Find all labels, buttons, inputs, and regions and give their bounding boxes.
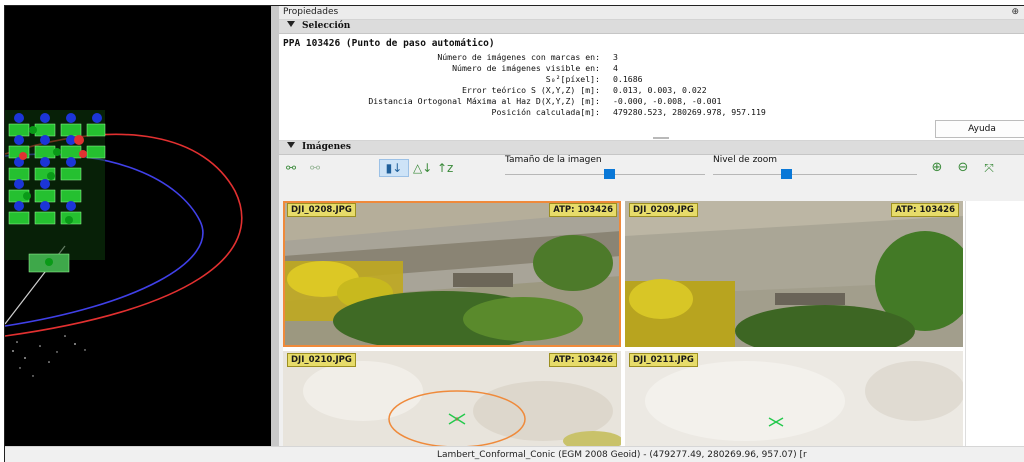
sort-marked-icon[interactable]: ▮↓ bbox=[379, 159, 409, 177]
prop-row: Número de imágenes visible en: 4 bbox=[279, 63, 979, 74]
collapse-triangle-icon bbox=[287, 142, 295, 148]
thumbnail-grid: DJI_0208.JPG ATP: 103426 DJI_0209.JPG AT… bbox=[283, 201, 965, 446]
prop-row: Distancia Ortogonal Máxima al Haz D(X,Y,… bbox=[279, 96, 979, 107]
atp-tag: ATP: 103426 bbox=[549, 353, 617, 367]
imagenes-header-label: Imágenes bbox=[302, 142, 351, 152]
prop-label: Posición calculada[m]: bbox=[491, 107, 600, 117]
zoom-out-icon[interactable]: ⊖ bbox=[955, 160, 971, 176]
status-bar: Lambert_Conformal_Conic (EGM 2008 Geoid)… bbox=[5, 446, 1024, 462]
panel-title: Propiedades bbox=[283, 7, 339, 17]
3d-view[interactable] bbox=[5, 6, 271, 446]
prop-label: Distancia Ortogonal Máxima al Haz D(X,Y,… bbox=[368, 96, 600, 106]
unlink-icon[interactable]: ⚯ bbox=[307, 160, 323, 176]
seleccion-section-header[interactable]: Selección bbox=[279, 20, 1024, 34]
aerial-photo bbox=[625, 201, 963, 347]
fit-icon[interactable]: ⤧ bbox=[981, 160, 997, 176]
prop-label: Error teórico S (X,Y,Z) [m]: bbox=[461, 85, 600, 95]
panel-title-bar: Propiedades ⊕ bbox=[279, 6, 1024, 20]
prop-row: Número de imágenes con marcas en: 3 bbox=[279, 52, 979, 63]
images-toolbar: ⚯ ⚯ ▮↓ △↓ ↑z Tamaño de la imagen Nivel d… bbox=[279, 155, 1024, 181]
thumbnail-dji-0208[interactable]: DJI_0208.JPG ATP: 103426 bbox=[283, 201, 621, 347]
atp-tag: ATP: 103426 bbox=[891, 203, 959, 217]
prop-label: Número de imágenes visible en: bbox=[452, 63, 600, 73]
camera-scene bbox=[5, 110, 243, 377]
zoom-level-label: Nivel de zoom bbox=[713, 155, 778, 165]
sort-az-icon[interactable]: ↑z bbox=[437, 160, 453, 176]
prop-label: Número de imágenes con marcas en: bbox=[437, 52, 600, 62]
prop-row: S₀²[píxel]: 0.1686 bbox=[279, 74, 979, 85]
seleccion-header-label: Selección bbox=[302, 21, 351, 31]
prop-value: 3 bbox=[613, 52, 618, 62]
image-size-label: Tamaño de la imagen bbox=[505, 155, 602, 165]
status-coordinates: Lambert_Conformal_Conic (EGM 2008 Geoid)… bbox=[437, 450, 807, 460]
link-icon[interactable]: ⚯ bbox=[283, 160, 299, 176]
thumbnail-scroll-area[interactable] bbox=[965, 201, 1024, 446]
help-button[interactable]: Ayuda bbox=[935, 120, 1024, 138]
sort-error-icon[interactable]: △↓ bbox=[413, 160, 432, 176]
zoom-slider-track[interactable] bbox=[713, 174, 917, 175]
prop-value: 0.1686 bbox=[613, 74, 643, 84]
prop-row: Posición calculada[m]: 479280.523, 28026… bbox=[279, 107, 979, 118]
thumbnail-dji-0210[interactable]: DJI_0210.JPG ATP: 103426 bbox=[283, 351, 621, 446]
thumbnail-dji-0211[interactable]: DJI_0211.JPG bbox=[625, 351, 963, 446]
point-cloud bbox=[12, 335, 86, 377]
image-name-tag: DJI_0210.JPG bbox=[287, 353, 356, 367]
collapse-triangle-icon bbox=[287, 21, 295, 27]
prop-value: 0.013, 0.003, 0.022 bbox=[613, 85, 707, 95]
resize-grip[interactable] bbox=[653, 137, 669, 139]
atp-tag: ATP: 103426 bbox=[549, 203, 617, 217]
prop-label: S₀²[píxel]: bbox=[545, 74, 600, 84]
image-name-tag: DJI_0209.JPG bbox=[629, 203, 698, 217]
imagenes-section-header[interactable]: Imágenes bbox=[279, 141, 1024, 155]
image-name-tag: DJI_0211.JPG bbox=[629, 353, 698, 367]
image-name-tag: DJI_0208.JPG bbox=[287, 203, 356, 217]
thumbnail-dji-0209[interactable]: DJI_0209.JPG ATP: 103426 bbox=[625, 201, 963, 347]
image-size-slider-handle[interactable] bbox=[604, 169, 615, 179]
zoom-in-icon[interactable]: ⊕ bbox=[929, 160, 945, 176]
point-title: PPA 103426 (Punto de paso automático) bbox=[283, 38, 495, 49]
panel-splitter[interactable] bbox=[271, 6, 279, 446]
aerial-photo bbox=[283, 201, 621, 347]
prop-row: Error teórico S (X,Y,Z) [m]: 0.013, 0.00… bbox=[279, 85, 979, 96]
prop-value: 4 bbox=[613, 63, 618, 73]
seleccion-body: PPA 103426 (Punto de paso automático) Nú… bbox=[279, 34, 1024, 141]
prop-value: 479280.523, 280269.978, 957.119 bbox=[613, 107, 766, 117]
pin-icon[interactable]: ⊕ bbox=[1011, 6, 1019, 19]
properties-panel: Propiedades ⊕ Selección PPA 103426 (Punt… bbox=[279, 6, 1024, 446]
app-window: Propiedades ⊕ Selección PPA 103426 (Punt… bbox=[4, 5, 1024, 462]
zoom-slider-handle[interactable] bbox=[781, 169, 793, 179]
camera-array bbox=[5, 110, 106, 273]
prop-value: -0.000, -0.008, -0.001 bbox=[613, 96, 722, 106]
